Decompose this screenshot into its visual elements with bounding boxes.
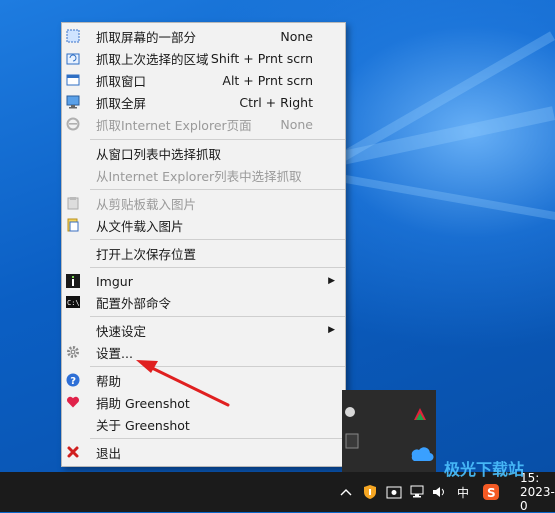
menu-item-help[interactable]: ? 帮助 bbox=[62, 369, 345, 391]
tray-overflow-panel bbox=[342, 390, 404, 472]
menu-item-capture-region[interactable]: 抓取屏幕的一部分 None bbox=[62, 25, 345, 47]
clipboard-icon bbox=[65, 195, 81, 211]
gear-icon bbox=[65, 344, 81, 360]
menu-separator bbox=[90, 438, 345, 439]
close-icon bbox=[65, 444, 81, 460]
menu-separator bbox=[90, 189, 345, 190]
greenshot-tray-icon[interactable] bbox=[384, 472, 404, 512]
menu-item-capture-from-ie-list[interactable]: 从Internet Explorer列表中选择抓取 bbox=[62, 164, 345, 186]
menu-item-settings[interactable]: 设置... bbox=[62, 341, 345, 363]
last-region-icon bbox=[65, 50, 81, 66]
network-icon[interactable] bbox=[408, 472, 426, 512]
menu-separator bbox=[90, 316, 345, 317]
menu-separator bbox=[90, 139, 345, 140]
command-icon: C:\ bbox=[65, 294, 81, 310]
region-select-icon bbox=[65, 28, 81, 44]
menu-item-configure-external-command[interactable]: C:\ 配置外部命令 bbox=[62, 291, 345, 313]
shield-icon[interactable] bbox=[361, 472, 379, 512]
fullscreen-capture-icon bbox=[65, 94, 81, 110]
cloud-icon bbox=[411, 447, 434, 462]
ie-icon bbox=[65, 116, 81, 132]
menu-item-capture-fullscreen[interactable]: 抓取全屏 Ctrl + Right bbox=[62, 91, 345, 113]
menu-item-capture-ie[interactable]: 抓取Internet Explorer页面 None bbox=[62, 113, 345, 135]
menu-item-about[interactable]: 关于 Greenshot bbox=[62, 413, 345, 435]
clock-date: 2023-0 bbox=[520, 485, 555, 513]
tray-overflow-panel-right bbox=[404, 390, 436, 472]
greenshot-context-menu: 抓取屏幕的一部分 None 抓取上次选择的区域 Shift + Prnt scr… bbox=[61, 22, 346, 467]
menu-item-imgur[interactable]: Imgur ▶ bbox=[62, 270, 345, 292]
svg-text:C:\: C:\ bbox=[67, 299, 80, 307]
menu-item-capture-window[interactable]: 抓取窗口 Alt + Prnt scrn bbox=[62, 69, 345, 91]
menu-item-open-last-location[interactable]: 打开上次保存位置 bbox=[62, 242, 345, 264]
svg-text:?: ? bbox=[70, 376, 76, 387]
menu-item-load-from-file[interactable]: 从文件载入图片 bbox=[62, 214, 345, 236]
watermark: 极光下载站 bbox=[444, 460, 525, 479]
chevron-up-icon[interactable] bbox=[338, 472, 354, 512]
menu-item-capture-from-window-list[interactable]: 从窗口列表中选择抓取 bbox=[62, 142, 345, 164]
file-icon bbox=[65, 217, 81, 233]
menu-item-capture-last-region[interactable]: 抓取上次选择的区域 Shift + Prnt scrn bbox=[62, 47, 345, 69]
imgur-icon bbox=[65, 273, 81, 289]
menu-item-donate[interactable]: 捐助 Greenshot bbox=[62, 391, 345, 413]
window-capture-icon bbox=[65, 72, 81, 88]
submenu-arrow-icon: ▶ bbox=[328, 276, 335, 286]
menu-separator bbox=[90, 366, 345, 367]
menu-separator bbox=[90, 239, 345, 240]
menu-item-exit[interactable]: 退出 bbox=[62, 441, 345, 463]
tray-overflow-icons bbox=[345, 407, 359, 449]
help-icon: ? bbox=[65, 372, 81, 388]
menu-item-load-from-clipboard[interactable]: 从剪贴板载入图片 bbox=[62, 192, 345, 214]
menu-separator bbox=[90, 267, 345, 268]
submenu-arrow-icon: ▶ bbox=[328, 325, 335, 335]
clock[interactable]: 15: 2023-0 bbox=[520, 471, 555, 513]
heart-icon bbox=[65, 394, 81, 410]
menu-item-quick-settings[interactable]: 快速设定 ▶ bbox=[62, 319, 345, 341]
svg-text:S: S bbox=[487, 486, 496, 500]
